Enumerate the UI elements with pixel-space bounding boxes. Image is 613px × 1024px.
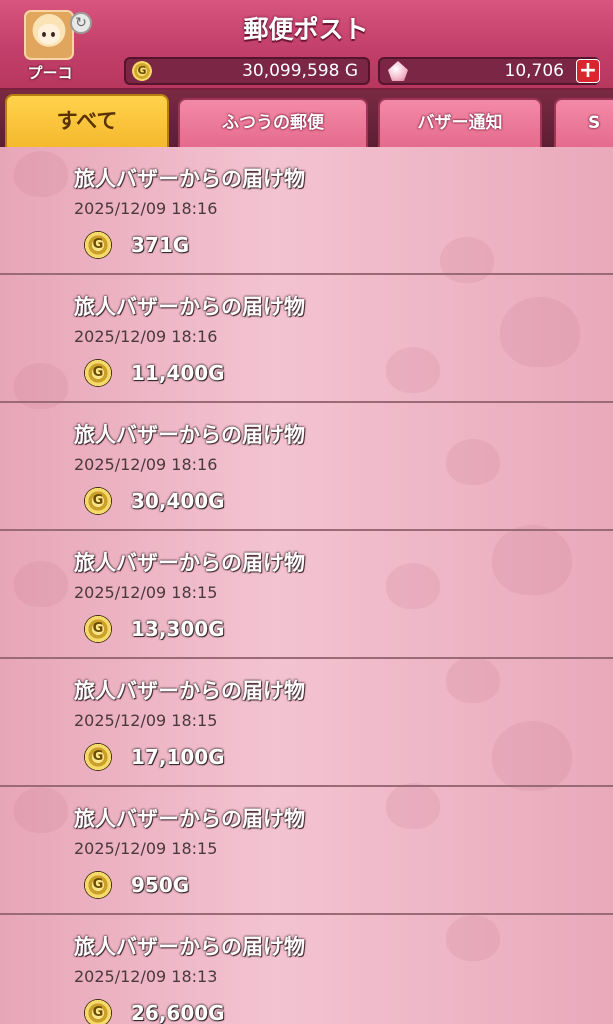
mail-date: 2025/12/09 18:16 [74, 199, 218, 218]
mail-title: 旅人バザーからの届け物 [74, 423, 305, 447]
tab-bar: すべて ふつうの郵便 バザー通知 S [0, 90, 613, 148]
player-name: プーコ [27, 64, 73, 82]
avatar-eye-left [42, 32, 46, 37]
mail-item[interactable]: 旅人バザーからの届け物 2025/12/09 18:16 G 371G [0, 147, 613, 275]
header-bar: ↻ プーコ 郵便ポスト G 30,099,598 G 10,706 + [0, 0, 613, 90]
gold-coin-icon: G [84, 743, 112, 771]
gold-amount: 30,099,598 G [242, 61, 358, 81]
mail-item[interactable]: 旅人バザーからの届け物 2025/12/09 18:15 G 17,100G [0, 659, 613, 787]
mail-item[interactable]: 旅人バザーからの届け物 2025/12/09 18:15 G 950G [0, 787, 613, 915]
tab-bazaar-notice[interactable]: バザー通知 [378, 98, 542, 148]
mail-item[interactable]: 旅人バザーからの届け物 2025/12/09 18:13 G 26,600G [0, 915, 613, 1024]
mail-amount: 26,600G [131, 1001, 225, 1024]
gold-coin-icon: G [84, 999, 112, 1024]
gold-coin-icon: G [84, 615, 112, 643]
mail-amount: 30,400G [131, 489, 225, 513]
refresh-icon[interactable]: ↻ [70, 12, 92, 34]
avatar-eye-right [51, 32, 55, 37]
mail-date: 2025/12/09 18:16 [74, 327, 218, 346]
mail-date: 2025/12/09 18:15 [74, 839, 218, 858]
tab-normal-mail[interactable]: ふつうの郵便 [178, 98, 368, 148]
tab-all[interactable]: すべて [5, 94, 169, 148]
mail-amount: 371G [131, 233, 190, 257]
gold-coin-icon: G [84, 359, 112, 387]
mail-item[interactable]: 旅人バザーからの届け物 2025/12/09 18:16 G 30,400G [0, 403, 613, 531]
mail-item[interactable]: 旅人バザーからの届け物 2025/12/09 18:15 G 13,300G [0, 531, 613, 659]
mail-amount: 11,400G [131, 361, 225, 385]
mail-item[interactable]: 旅人バザーからの届け物 2025/12/09 18:16 G 11,400G [0, 275, 613, 403]
gold-coin-icon: G [132, 61, 152, 81]
mail-amount: 950G [131, 873, 190, 897]
gold-display: G 30,099,598 G [124, 57, 370, 85]
gem-display: 10,706 + [378, 57, 600, 85]
gem-icon [388, 61, 408, 81]
mail-title: 旅人バザーからの届け物 [74, 167, 305, 191]
mail-date: 2025/12/09 18:16 [74, 455, 218, 474]
mail-date: 2025/12/09 18:15 [74, 711, 218, 730]
mail-amount: 13,300G [131, 617, 225, 641]
mail-list[interactable]: 旅人バザーからの届け物 2025/12/09 18:16 G 371G 旅人バザ… [0, 147, 613, 1024]
gold-coin-icon: G [84, 487, 112, 515]
gold-coin-icon: G [84, 871, 112, 899]
mail-title: 旅人バザーからの届け物 [74, 807, 305, 831]
page-title: 郵便ポスト [243, 15, 369, 44]
mail-title: 旅人バザーからの届け物 [74, 295, 305, 319]
mail-amount: 17,100G [131, 745, 225, 769]
player-avatar[interactable] [24, 10, 74, 60]
mail-date: 2025/12/09 18:15 [74, 583, 218, 602]
gold-coin-icon: G [84, 231, 112, 259]
tab-s[interactable]: S [554, 98, 613, 148]
mail-title: 旅人バザーからの届け物 [74, 935, 305, 959]
mail-title: 旅人バザーからの届け物 [74, 679, 305, 703]
mail-title: 旅人バザーからの届け物 [74, 551, 305, 575]
add-gems-button[interactable]: + [576, 59, 600, 83]
gem-amount: 10,706 [504, 61, 564, 81]
avatar-face [38, 24, 60, 44]
mail-date: 2025/12/09 18:13 [74, 967, 218, 986]
